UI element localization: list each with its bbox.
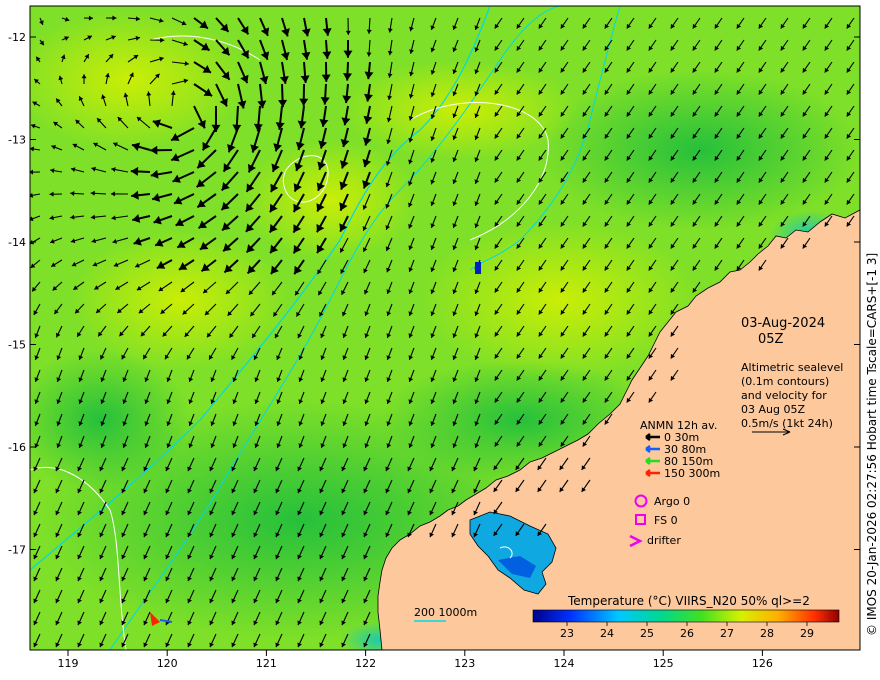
colorbar-title: Temperature (°C) VIIRS_N20 50% ql>=2 xyxy=(567,594,810,608)
x-tick-label: 123 xyxy=(454,657,475,670)
credit-text: © IMOS 20-Jan-2026 02:27:56 Hobart time … xyxy=(865,253,879,636)
y-tick-label: -16 xyxy=(8,441,26,454)
y-tick-label: -13 xyxy=(8,134,26,147)
x-tick-label: 120 xyxy=(157,657,178,670)
y-tick-label: -15 xyxy=(8,339,26,352)
svg-text:0.5m/s (1kt 24h): 0.5m/s (1kt 24h) xyxy=(741,417,833,430)
svg-text:and velocity for: and velocity for xyxy=(741,389,827,402)
bathymetry-legend: 200 1000m xyxy=(414,606,477,622)
svg-text:(0.1m contours): (0.1m contours) xyxy=(741,375,829,388)
x-axis: 119 120 121 122 123 124 125 126 xyxy=(58,650,773,670)
colorbar-tick-label: 29 xyxy=(800,627,814,640)
colorbar-tick-label: 28 xyxy=(760,627,774,640)
x-tick-label: 124 xyxy=(554,657,575,670)
map-plot-area xyxy=(30,6,860,650)
map-time: 05Z xyxy=(758,332,784,347)
svg-text:drifter: drifter xyxy=(647,534,681,547)
svg-text:FS 0: FS 0 xyxy=(654,514,678,527)
colorbar-gradient xyxy=(532,609,840,623)
x-tick-label: 126 xyxy=(752,657,773,670)
sst-warm-patch xyxy=(240,140,420,260)
x-tick-label: 119 xyxy=(58,657,79,670)
colorbar-tick-label: 26 xyxy=(680,627,694,640)
colorbar-tick-label: 27 xyxy=(720,627,734,640)
svg-text:Altimetric sealevel: Altimetric sealevel xyxy=(741,361,843,374)
svg-text:Argo 0: Argo 0 xyxy=(654,495,690,508)
x-tick-label: 121 xyxy=(256,657,277,670)
colorbar-tick-label: 24 xyxy=(600,627,614,640)
drifter-track xyxy=(475,262,481,274)
colorbar-tick-label: 23 xyxy=(560,627,574,640)
svg-text:150 300m: 150 300m xyxy=(664,467,720,480)
ocean-map: 119 120 121 122 123 124 125 126 -12 -13 -14 -15 -16… xyxy=(8,5,879,670)
svg-text:200 1000m: 200 1000m xyxy=(414,606,477,619)
svg-text:03 Aug 05Z: 03 Aug 05Z xyxy=(741,403,805,416)
y-tick-label: -14 xyxy=(8,236,26,249)
x-tick-label: 122 xyxy=(355,657,376,670)
y-tick-label: -17 xyxy=(8,544,26,557)
y-tick-label: -12 xyxy=(8,31,26,44)
map-date: 03-Aug-2024 xyxy=(741,316,825,331)
colorbar-tick-label: 25 xyxy=(640,627,654,640)
sst-warm-patch xyxy=(70,230,290,370)
x-tick-label: 125 xyxy=(653,657,674,670)
